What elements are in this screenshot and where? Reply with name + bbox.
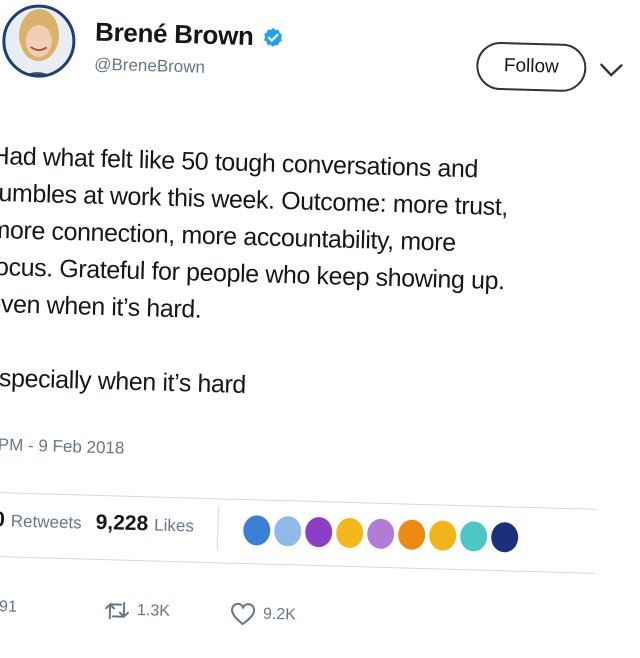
tweet-actions: 91 1.3K 9.2K	[0, 593, 296, 630]
tweet-timestamp[interactable]: 2 PM - 9 Feb 2018	[0, 435, 125, 459]
follow-button[interactable]: Follow	[475, 41, 587, 93]
likes-label[interactable]: Likes	[154, 516, 194, 537]
retweet-count[interactable]: 90	[0, 508, 5, 533]
liker-avatar[interactable]	[366, 518, 395, 550]
like-heart-icon	[231, 602, 256, 626]
stats-separator	[216, 506, 219, 551]
author-handle[interactable]: @BreneBrown	[94, 55, 205, 78]
like-action-count: 9.2K	[262, 605, 297, 624]
verified-badge-icon	[263, 27, 282, 47]
chevron-down-icon[interactable]	[598, 57, 625, 84]
like-count[interactable]: 9,228	[95, 511, 148, 536]
tweet-card: Brené Brown @BreneBrown Follow Had what …	[0, 0, 640, 658]
retweets-label[interactable]: Retweets	[11, 512, 82, 534]
author-name-row[interactable]: Brené Brown	[95, 17, 284, 53]
reply-action[interactable]: 91	[0, 593, 103, 624]
author-name[interactable]: Brené Brown	[95, 17, 254, 52]
divider	[0, 555, 595, 574]
liker-avatars	[242, 515, 519, 553]
retweet-action[interactable]: 1.3K	[103, 596, 230, 628]
liker-avatar[interactable]	[273, 515, 302, 547]
liker-avatar[interactable]	[459, 521, 488, 552]
like-action[interactable]: 9.2K	[229, 600, 297, 630]
divider	[0, 491, 597, 510]
tweet-text: Had what felt like 50 tough conversation…	[0, 138, 592, 414]
retweet-icon	[105, 601, 129, 620]
liker-avatar[interactable]	[428, 520, 457, 551]
reply-count: 91	[0, 598, 18, 616]
liker-avatar[interactable]	[397, 519, 426, 551]
liker-avatar[interactable]	[335, 517, 364, 549]
engagement-stats: 90 Retweets 9,228 Likes	[0, 508, 202, 538]
liker-avatar[interactable]	[304, 516, 333, 548]
retweet-action-count: 1.3K	[136, 602, 171, 620]
liker-avatar[interactable]	[490, 521, 519, 553]
author-avatar[interactable]	[0, 0, 78, 96]
liker-avatar[interactable]	[242, 515, 271, 546]
